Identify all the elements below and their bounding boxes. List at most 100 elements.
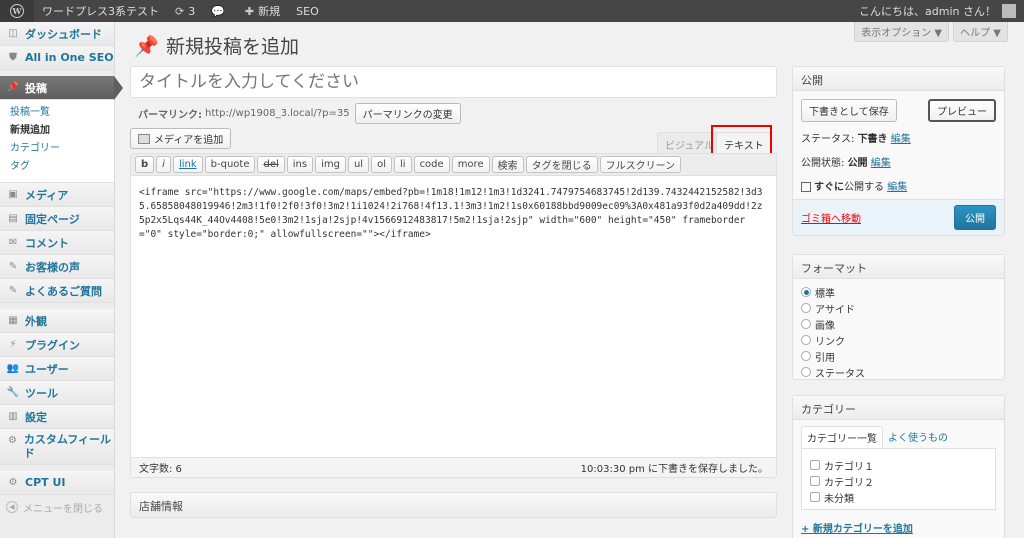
- edit-status-link[interactable]: 編集: [891, 134, 911, 145]
- new-content-link[interactable]: ✚ 新規: [237, 0, 288, 22]
- edit-schedule-link[interactable]: 編集: [887, 182, 907, 193]
- category-item[interactable]: カテゴリ１: [810, 457, 987, 473]
- radio-selected[interactable]: [801, 287, 811, 297]
- radio[interactable]: [801, 303, 811, 313]
- tools-icon: 🔧: [6, 387, 20, 398]
- site-name-link[interactable]: ワードプレス3系テスト: [34, 0, 167, 22]
- shield-icon: ⛊: [9, 52, 17, 63]
- permalink-url: http://wp1908_3.local/?p=35: [205, 108, 350, 119]
- avatar: [1002, 4, 1016, 18]
- radio[interactable]: [801, 319, 811, 329]
- publish-box-title[interactable]: 公開: [793, 67, 1004, 91]
- qt-ul-button[interactable]: ul: [347, 156, 370, 173]
- pushpin-icon: 📌: [134, 33, 159, 58]
- menu-custom-fields[interactable]: ⚙ カスタムフィールド: [0, 429, 114, 465]
- menu-dashboard[interactable]: ◫ ダッシュボード: [0, 22, 114, 46]
- store-info-title: 店舗情報: [139, 500, 183, 513]
- greeting-text: こんにちは、admin さん！: [859, 5, 996, 18]
- store-info-box[interactable]: 店舗情報: [130, 492, 777, 518]
- preview-button[interactable]: プレビュー: [928, 99, 996, 122]
- category-box: カテゴリー カテゴリー一覧 よく使うもの カテゴリ１ カテゴリ２ 未分類 + 新…: [792, 395, 1005, 538]
- menu-voices[interactable]: ✎ お客様の声: [0, 255, 114, 279]
- tab-popular-categories[interactable]: よく使うもの: [883, 426, 953, 448]
- submenu-tags[interactable]: タグ: [0, 158, 114, 176]
- radio[interactable]: [801, 335, 811, 345]
- format-option-link[interactable]: リンク: [801, 332, 996, 348]
- format-option-status[interactable]: ステータス: [801, 364, 996, 380]
- appearance-icon: ▦: [8, 315, 18, 326]
- qt-link-button[interactable]: link: [172, 156, 203, 173]
- qt-more-button[interactable]: more: [451, 156, 490, 173]
- checkbox[interactable]: [810, 476, 820, 486]
- format-box-title[interactable]: フォーマット: [793, 255, 1004, 279]
- settings-icon: ▥: [8, 411, 18, 422]
- screen-options-button[interactable]: 表示オプション ▼: [854, 22, 950, 42]
- qt-blockquote-button[interactable]: b-quote: [204, 156, 256, 173]
- qt-del-button[interactable]: del: [257, 156, 285, 173]
- menu-cptui[interactable]: ⚙ CPT UI: [0, 471, 114, 495]
- menu-aioseo[interactable]: ⛊ All in One SEO: [0, 46, 114, 70]
- seo-link[interactable]: SEO: [288, 0, 327, 22]
- comments-link[interactable]: 💬: [203, 0, 237, 22]
- submenu-all-posts[interactable]: 投稿一覧: [0, 104, 114, 122]
- dashboard-icon: ◫: [8, 28, 18, 39]
- visibility-row: 公開状態: 公開 編集: [801, 158, 891, 169]
- checkbox[interactable]: [810, 460, 820, 470]
- qt-search-button[interactable]: 検索: [491, 156, 524, 173]
- menu-pages[interactable]: ▤ 固定ページ: [0, 207, 114, 231]
- qt-li-button[interactable]: li: [394, 156, 412, 173]
- qt-ins-button[interactable]: ins: [286, 156, 314, 173]
- help-button[interactable]: ヘルプ ▼: [953, 22, 1008, 42]
- wordpress-logo-icon[interactable]: W: [0, 0, 34, 22]
- menu-appearance[interactable]: ▦ 外観: [0, 309, 114, 333]
- qt-italic-button[interactable]: i: [156, 156, 171, 173]
- qt-code-button[interactable]: code: [413, 156, 450, 173]
- editor-status-bar: 文字数: 6 10:03:30 pm に下書きを保存しました。: [131, 457, 776, 477]
- updates-link[interactable]: ⟳ 3: [167, 0, 203, 22]
- category-box-title[interactable]: カテゴリー: [793, 396, 1004, 420]
- menu-faq[interactable]: ✎ よくあるご質問: [0, 279, 114, 303]
- submenu-categories[interactable]: カテゴリー: [0, 140, 114, 158]
- editor: b i link b-quote del ins img ul ol li co…: [130, 153, 777, 478]
- category-item[interactable]: 未分類: [810, 489, 987, 505]
- edit-visibility-link[interactable]: 編集: [871, 158, 891, 169]
- page-title: 📌 新規投稿を追加: [134, 33, 300, 59]
- menu-users[interactable]: 👥 ユーザー: [0, 357, 114, 381]
- add-new-category-link[interactable]: + 新規カテゴリーを追加: [793, 510, 1004, 538]
- plus-icon: ✚: [244, 4, 255, 18]
- qt-ol-button[interactable]: ol: [371, 156, 392, 173]
- collapse-menu-button[interactable]: ◀ メニューを閉じる: [0, 495, 114, 519]
- qt-fullscreen-button[interactable]: フルスクリーン: [599, 156, 682, 173]
- menu-tools[interactable]: 🔧 ツール: [0, 381, 114, 405]
- menu-media[interactable]: ▣ メディア: [0, 183, 114, 207]
- save-draft-button[interactable]: 下書きとして保存: [801, 99, 897, 122]
- menu-settings[interactable]: ▥ 設定: [0, 405, 114, 429]
- refresh-icon: ⟳: [175, 4, 185, 18]
- move-to-trash-link[interactable]: ゴミ箱へ移動: [801, 210, 861, 225]
- category-item[interactable]: カテゴリ２: [810, 473, 987, 489]
- radio[interactable]: [801, 351, 811, 361]
- my-account-link[interactable]: こんにちは、admin さん！: [851, 0, 1024, 22]
- change-permalink-button[interactable]: パーマリンクの変更: [354, 103, 461, 124]
- format-option-standard[interactable]: 標準: [801, 284, 996, 300]
- menu-plugins[interactable]: ⚡ プラグイン: [0, 333, 114, 357]
- permalink-row: パーマリンク: http://wp1908_3.local/?p=35 パーマリ…: [138, 103, 461, 124]
- format-option-image[interactable]: 画像: [801, 316, 996, 332]
- menu-comments[interactable]: ✉ コメント: [0, 231, 114, 255]
- users-icon: 👥: [6, 363, 20, 374]
- format-option-quote[interactable]: 引用: [801, 348, 996, 364]
- qt-bold-button[interactable]: b: [135, 156, 155, 173]
- qt-img-button[interactable]: img: [315, 156, 346, 173]
- radio[interactable]: [801, 367, 811, 377]
- qt-close-tags-button[interactable]: タグを閉じる: [525, 156, 598, 173]
- status-value: 下書き: [857, 134, 888, 145]
- add-media-button[interactable]: メディアを追加: [130, 128, 232, 149]
- post-title-input[interactable]: [130, 66, 777, 98]
- submenu-add-new[interactable]: 新規追加: [0, 122, 114, 140]
- menu-posts[interactable]: 📌 投稿: [0, 76, 123, 100]
- editor-textarea[interactable]: <iframe src="https://www.google.com/maps…: [131, 176, 776, 456]
- tab-all-categories[interactable]: カテゴリー一覧: [801, 426, 883, 448]
- publish-button[interactable]: 公開: [954, 205, 996, 230]
- checkbox[interactable]: [810, 492, 820, 502]
- format-option-aside[interactable]: アサイド: [801, 300, 996, 316]
